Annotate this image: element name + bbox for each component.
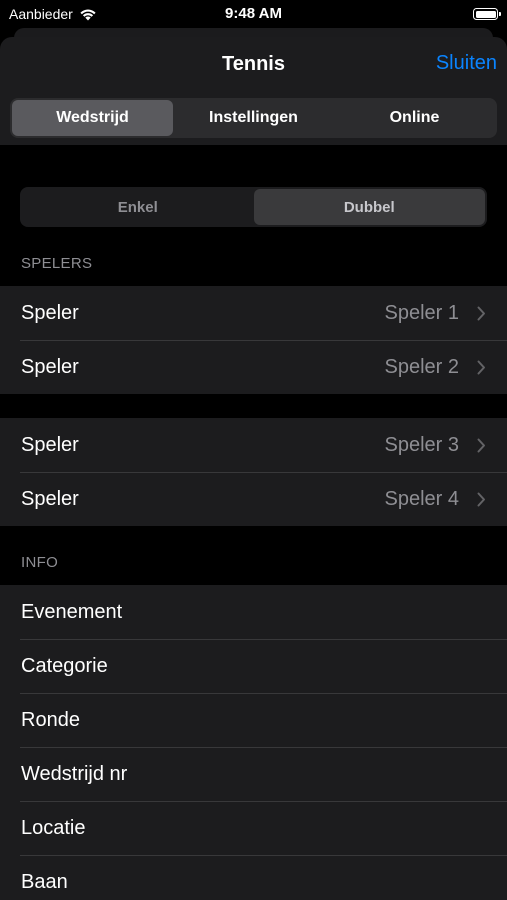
tab-wedstrijd[interactable]: Wedstrijd (12, 100, 173, 136)
info-row-categorie[interactable]: Categorie (0, 639, 507, 693)
info-row-evenement[interactable]: Evenement (0, 585, 507, 639)
close-button[interactable]: Sluiten (436, 52, 497, 75)
info-row-locatie[interactable]: Locatie (0, 801, 507, 855)
chevron-right-icon (469, 306, 507, 321)
chevron-right-icon (469, 492, 507, 507)
form-content: Enkel Dubbel SPELERS Speler Speler 1 Spe… (0, 145, 507, 900)
row-label: Categorie (21, 654, 108, 677)
battery-icon (473, 8, 501, 20)
row-label: Ronde (21, 708, 80, 731)
row-label: Speler (21, 301, 79, 324)
row-label: Locatie (21, 816, 86, 839)
player-row-4[interactable]: Speler Speler 4 (0, 472, 507, 526)
info-row-wedstrijd-nr[interactable]: Wedstrijd nr (0, 747, 507, 801)
mode-segmented-control: Enkel Dubbel (20, 187, 487, 227)
row-label: Baan (21, 870, 68, 893)
player-row-3[interactable]: Speler Speler 3 (0, 418, 507, 472)
section-header-players: SPELERS (21, 255, 93, 272)
segment-enkel[interactable]: Enkel (22, 189, 254, 225)
chevron-right-icon (469, 360, 507, 375)
info-group: Evenement Categorie Ronde Wedstrijd nr L… (0, 585, 507, 900)
segment-dubbel[interactable]: Dubbel (253, 189, 485, 225)
tab-instellingen[interactable]: Instellingen (173, 100, 334, 136)
player-row-1[interactable]: Speler Speler 1 (0, 286, 507, 340)
chevron-right-icon (469, 438, 507, 453)
row-label: Evenement (21, 600, 123, 623)
modal-sheet: Tennis Sluiten Wedstrijd Instellingen On… (0, 37, 507, 900)
row-label: Speler (21, 355, 79, 378)
section-header-info: INFO (21, 554, 59, 571)
row-label: Wedstrijd nr (21, 762, 128, 785)
players-group-1: Speler Speler 1 Speler Speler 2 (0, 286, 507, 394)
nav-header: Tennis Sluiten Wedstrijd Instellingen On… (0, 37, 507, 145)
row-label: Speler (21, 433, 79, 456)
row-value: Speler 2 (384, 355, 460, 378)
status-time: 9:48 AM (225, 5, 282, 22)
row-value: Speler 3 (384, 433, 460, 456)
info-row-baan[interactable]: Baan (0, 855, 507, 900)
status-bar: Aanbieder 9:48 AM (0, 0, 507, 28)
player-row-2[interactable]: Speler Speler 2 (0, 340, 507, 394)
row-value: Speler 1 (384, 301, 460, 324)
info-row-ronde[interactable]: Ronde (0, 693, 507, 747)
row-value: Speler 4 (384, 487, 460, 510)
tab-online[interactable]: Online (334, 100, 495, 136)
tab-segmented-control: Wedstrijd Instellingen Online (10, 98, 497, 138)
players-group-2: Speler Speler 3 Speler Speler 4 (0, 418, 507, 526)
page-title: Tennis (222, 53, 285, 75)
row-label: Speler (21, 487, 79, 510)
